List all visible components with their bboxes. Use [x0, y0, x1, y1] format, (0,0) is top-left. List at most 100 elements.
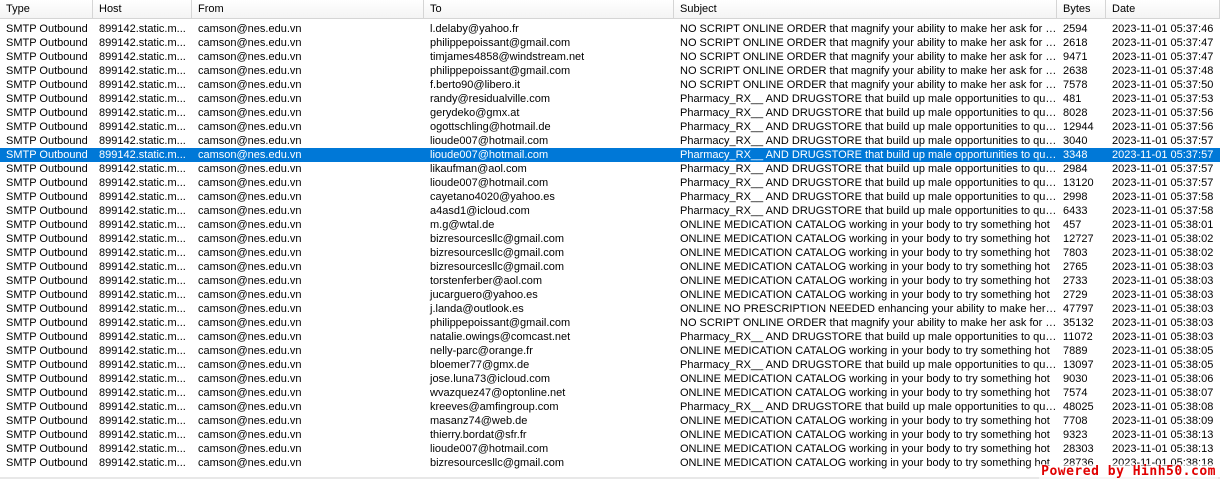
cell-type: SMTP Outbound — [6, 121, 88, 133]
cell-from: camson@nes.edu.vn — [198, 107, 302, 119]
cell-date: 2023-11-01 05:37:48 — [1112, 65, 1214, 77]
table-row[interactable]: SMTP Outbound 899142.static.m... camson@ne… — [0, 330, 1220, 344]
cell-from: camson@nes.edu.vn — [198, 177, 302, 189]
cell-subject: Pharmacy_RX__ AND DRUGSTORE that build u… — [680, 359, 1057, 371]
cell-subject: Pharmacy_RX__ AND DRUGSTORE that build u… — [680, 135, 1057, 147]
table-row[interactable]: SMTP Outbound 899142.static.m... camson@ne… — [0, 36, 1220, 50]
cell-bytes: 7708 — [1063, 415, 1088, 427]
cell-to: philippepoissant@gmail.com — [430, 65, 571, 77]
table-row[interactable]: SMTP Outbound 899142.static.m... camson@ne… — [0, 246, 1220, 260]
column-header-type[interactable]: Type — [0, 0, 93, 18]
cell-bytes: 9323 — [1063, 429, 1088, 441]
cell-host: 899142.static.m... — [99, 65, 186, 77]
table-row[interactable]: SMTP Outbound 899142.static.m... camson@ne… — [0, 50, 1220, 64]
cell-to: l.delaby@yahoo.fr — [430, 23, 519, 35]
cell-bytes: 9471 — [1063, 51, 1088, 63]
cell-to: f.berto90@libero.it — [430, 79, 521, 91]
table-row[interactable]: SMTP Outbound 899142.static.m... camson@ne… — [0, 302, 1220, 316]
cell-bytes: 2733 — [1063, 275, 1088, 287]
cell-type: SMTP Outbound — [6, 191, 88, 203]
table-row[interactable]: SMTP Outbound 899142.static.m... camson@ne… — [0, 414, 1220, 428]
table-row[interactable]: SMTP Outbound 899142.static.m... camson@ne… — [0, 162, 1220, 176]
cell-bytes: 2729 — [1063, 289, 1088, 301]
table-row[interactable]: SMTP Outbound 899142.static.m... camson@ne… — [0, 92, 1220, 106]
table-row[interactable]: SMTP Outbound 899142.static.m... camson@ne… — [0, 358, 1220, 372]
table-row[interactable]: SMTP Outbound 899142.static.m... camson@ne… — [0, 400, 1220, 414]
table-row[interactable]: SMTP Outbound 899142.static.m... camson@ne… — [0, 22, 1220, 36]
cell-bytes: 481 — [1063, 93, 1082, 105]
cell-date: 2023-11-01 05:38:02 — [1112, 247, 1214, 259]
cell-from: camson@nes.edu.vn — [198, 289, 302, 301]
cell-date: 2023-11-01 05:38:09 — [1112, 415, 1214, 427]
cell-from: camson@nes.edu.vn — [198, 135, 302, 147]
cell-bytes: 47797 — [1063, 303, 1094, 315]
table-row[interactable]: SMTP Outbound 899142.static.m... camson@ne… — [0, 386, 1220, 400]
table-row[interactable]: SMTP Outbound 899142.static.m... camson@ne… — [0, 64, 1220, 78]
cell-bytes: 7574 — [1063, 387, 1088, 399]
cell-type: SMTP Outbound — [6, 317, 88, 329]
cell-to: cayetano4020@yahoo.es — [430, 191, 555, 203]
cell-from: camson@nes.edu.vn — [198, 345, 302, 357]
table-row[interactable]: SMTP Outbound 899142.static.m... camson@ne… — [0, 456, 1220, 470]
cell-type: SMTP Outbound — [6, 345, 88, 357]
table-row[interactable]: SMTP Outbound 899142.static.m... camson@ne… — [0, 134, 1220, 148]
cell-from: camson@nes.edu.vn — [198, 387, 302, 399]
table-row[interactable]: SMTP Outbound 899142.static.m... camson@ne… — [0, 442, 1220, 456]
cell-to: ogottschling@hotmail.de — [430, 121, 551, 133]
column-header-subject[interactable]: Subject — [674, 0, 1057, 18]
table-row[interactable]: SMTP Outbound 899142.static.m... camson@ne… — [0, 78, 1220, 92]
cell-date: 2023-11-01 05:37:57 — [1112, 135, 1214, 147]
cell-type: SMTP Outbound — [6, 331, 88, 343]
cell-from: camson@nes.edu.vn — [198, 51, 302, 63]
cell-type: SMTP Outbound — [6, 135, 88, 147]
cell-date: 2023-11-01 05:37:58 — [1112, 191, 1214, 203]
message-log-table: Type Host From To Subject Bytes Date SMT… — [0, 0, 1220, 479]
cell-type: SMTP Outbound — [6, 359, 88, 371]
cell-to: bizresourcesllc@gmail.com — [430, 261, 565, 273]
table-row[interactable]: SMTP Outbound 899142.static.m... camson@ne… — [0, 344, 1220, 358]
cell-host: 899142.static.m... — [99, 233, 186, 245]
column-header-bytes[interactable]: Bytes — [1057, 0, 1106, 18]
cell-host: 899142.static.m... — [99, 23, 186, 35]
table-row-selected[interactable]: SMTP Outbound 899142.static.m... camson@ne… — [0, 148, 1220, 162]
table-row[interactable]: SMTP Outbound 899142.static.m... camson@ne… — [0, 428, 1220, 442]
table-row[interactable]: SMTP Outbound 899142.static.m... camson@ne… — [0, 176, 1220, 190]
cell-to: bizresourcesllc@gmail.com — [430, 457, 565, 469]
table-row[interactable]: SMTP Outbound 899142.static.m... camson@ne… — [0, 260, 1220, 274]
cell-bytes: 3348 — [1063, 149, 1088, 161]
cell-from: camson@nes.edu.vn — [198, 275, 302, 287]
cell-bytes: 457 — [1063, 219, 1082, 231]
table-row[interactable]: SMTP Outbound 899142.static.m... camson@ne… — [0, 106, 1220, 120]
table-row[interactable]: SMTP Outbound 899142.static.m... camson@ne… — [0, 274, 1220, 288]
column-header-host[interactable]: Host — [93, 0, 192, 18]
table-row[interactable]: SMTP Outbound 899142.static.m... camson@ne… — [0, 204, 1220, 218]
cell-subject: ONLINE MEDICATION CATALOG working in you… — [680, 373, 1050, 385]
table-row[interactable]: SMTP Outbound 899142.static.m... camson@ne… — [0, 316, 1220, 330]
table-row[interactable]: SMTP Outbound 899142.static.m... camson@ne… — [0, 372, 1220, 386]
cell-bytes: 7889 — [1063, 345, 1088, 357]
cell-host: 899142.static.m... — [99, 219, 186, 231]
cell-type: SMTP Outbound — [6, 205, 88, 217]
column-header-to[interactable]: To — [424, 0, 674, 18]
cell-date: 2023-11-01 05:37:46 — [1112, 23, 1214, 35]
column-header-date[interactable]: Date — [1106, 0, 1220, 18]
cell-date: 2023-11-01 05:38:13 — [1112, 429, 1214, 441]
cell-type: SMTP Outbound — [6, 219, 88, 231]
cell-from: camson@nes.edu.vn — [198, 219, 302, 231]
table-row[interactable]: SMTP Outbound 899142.static.m... camson@ne… — [0, 218, 1220, 232]
table-row[interactable]: SMTP Outbound 899142.static.m... camson@ne… — [0, 232, 1220, 246]
cell-from: camson@nes.edu.vn — [198, 415, 302, 427]
column-header-from[interactable]: From — [192, 0, 424, 18]
cell-from: camson@nes.edu.vn — [198, 191, 302, 203]
cell-subject: Pharmacy_RX__ AND DRUGSTORE that build u… — [680, 205, 1057, 217]
cell-subject: Pharmacy_RX__ AND DRUGSTORE that build u… — [680, 149, 1057, 161]
cell-bytes: 2638 — [1063, 65, 1088, 77]
table-row[interactable]: SMTP Outbound 899142.static.m... camson@ne… — [0, 120, 1220, 134]
table-row[interactable]: SMTP Outbound 899142.static.m... camson@ne… — [0, 288, 1220, 302]
cell-to: thierry.bordat@sfr.fr — [430, 429, 527, 441]
table-row[interactable]: SMTP Outbound 899142.static.m... camson@ne… — [0, 190, 1220, 204]
cell-subject: NO SCRIPT ONLINE ORDER that magnify your… — [680, 23, 1057, 35]
cell-host: 899142.static.m... — [99, 373, 186, 385]
cell-bytes: 7578 — [1063, 79, 1088, 91]
table-body: SMTP Outbound 899142.static.m... camson@ne… — [0, 22, 1220, 470]
